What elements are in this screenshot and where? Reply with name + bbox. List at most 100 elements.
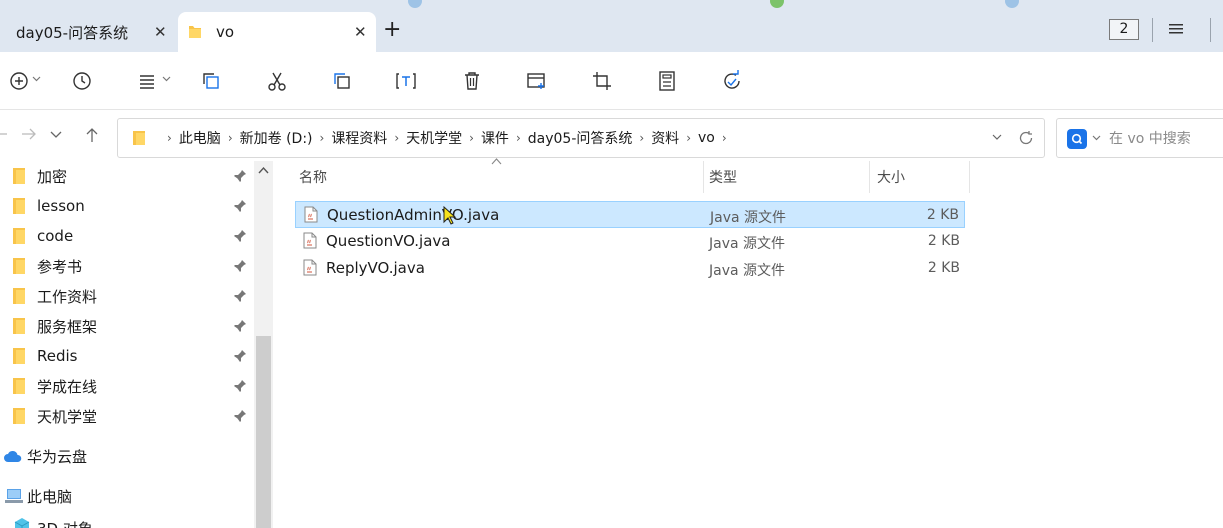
sidebar-item-this-pc[interactable]: 此电脑 [0,481,254,511]
sidebar-item[interactable]: 学成在线 [0,371,254,401]
chevron-down-icon[interactable] [1092,135,1101,141]
cube-icon [14,518,30,528]
chevron-down-icon[interactable] [32,76,41,82]
chevron-right-icon: › [394,131,400,145]
chevron-right-icon: › [167,131,172,145]
window-count-badge[interactable]: 2 [1109,19,1139,40]
back-icon[interactable] [0,127,8,141]
chevron-up-icon[interactable] [258,166,269,174]
file-size: 2 KB [927,233,960,249]
search-input[interactable] [1109,127,1223,151]
file-row[interactable]: QuestionAdminVO.java Java 源文件 2 KB [295,201,965,228]
crop-button[interactable] [589,68,615,94]
folder-icon [13,288,25,304]
sidebar-item-label: 华为云盘 [27,447,88,466]
menu-icon[interactable] [1168,22,1184,36]
sidebar-item-label: 工作资料 [37,287,98,306]
copy-button[interactable] [198,68,224,94]
sidebar-item[interactable]: code [0,221,254,251]
share-button[interactable] [719,68,745,94]
delete-button[interactable] [459,68,485,94]
tab-label: day05-问答系统 [16,23,129,42]
pin-icon[interactable] [233,319,247,333]
folder-icon [13,348,25,364]
file-row[interactable]: ReplyVO.java Java 源文件 2 KB [295,255,965,282]
chevron-down-icon[interactable] [992,134,1002,141]
paste-icon [334,73,350,89]
column-header-type[interactable]: 类型 [709,161,869,193]
sidebar-item-cloud[interactable]: 华为云盘 [0,441,254,471]
pin-icon[interactable] [233,199,247,213]
column-header-size[interactable]: 大小 [877,161,967,193]
breadcrumb-item[interactable]: 课件 [481,128,509,148]
breadcrumb-item[interactable]: 天机学堂 [406,128,462,148]
folder-icon [13,378,25,394]
folder-icon [13,198,25,214]
computer-icon [5,489,23,503]
sidebar-item[interactable]: 服务框架 [0,311,254,341]
tab-vo[interactable]: vo ✕ [178,12,376,52]
sidebar-item-label: 服务框架 [37,317,98,336]
refresh-icon[interactable] [1018,130,1034,146]
history-button[interactable] [69,68,95,94]
calculator-button[interactable] [654,68,680,94]
chevron-right-icon: › [721,131,727,145]
breadcrumb-item[interactable]: 新加卷 (D:) [240,128,313,148]
pin-icon[interactable] [233,259,247,273]
rename-icon [396,73,416,89]
scroll-thumb[interactable] [256,336,271,528]
pin-icon[interactable] [233,349,247,363]
folder-icon [13,318,25,334]
search-box[interactable] [1056,118,1223,158]
properties-button[interactable] [524,68,550,94]
pin-icon[interactable] [233,289,247,303]
close-icon[interactable]: ✕ [154,23,167,41]
scrollbar[interactable] [254,161,273,528]
share-icon [724,70,740,89]
view-button[interactable] [134,68,160,94]
toolbar [0,52,1223,110]
breadcrumb-item[interactable]: 资料 [651,128,679,148]
pin-icon[interactable] [233,409,247,423]
breadcrumb-item[interactable]: 此电脑 [179,128,221,148]
pin-icon[interactable] [233,169,247,183]
divider [969,161,970,193]
paste-button[interactable] [329,68,355,94]
folder-icon [133,131,145,145]
file-name: ReplyVO.java [326,259,425,277]
forward-icon[interactable] [21,127,37,141]
file-row[interactable]: QuestionVO.java Java 源文件 2 KB [295,228,965,255]
tab-day05[interactable]: day05-问答系统 ✕ [0,12,177,52]
pin-icon[interactable] [233,379,247,393]
new-button[interactable] [6,68,32,94]
sidebar-item[interactable]: 天机学堂 [0,401,254,431]
breadcrumb-item[interactable]: 课程资料 [331,128,387,148]
sidebar-item-label: code [37,227,74,245]
chevron-down-icon[interactable] [162,76,171,82]
tab-strip: day05-问答系统 ✕ vo ✕ + 2 [0,0,1223,52]
column-header-name[interactable]: 名称 [299,161,703,193]
file-list: 名称 类型 大小 QuestionAdminVO.java Java 源文件 2… [273,158,1223,528]
breadcrumb-item[interactable]: vo [698,130,715,146]
sidebar-item[interactable]: Redis [0,341,254,371]
rename-button[interactable] [393,68,419,94]
breadcrumb-item[interactable]: day05-问答系统 [528,128,633,148]
sidebar-item[interactable]: 加密 [0,161,254,191]
up-arrow-icon[interactable] [85,127,99,143]
file-name: QuestionVO.java [326,232,451,250]
sidebar-item-label: 3D 对象 [37,518,93,528]
breadcrumb: › 此电脑 › 新加卷 (D:) › 课程资料 › 天机学堂 › 课件 › da… [118,119,734,157]
sidebar-item-label: 参考书 [37,257,83,276]
recent-locations-chevron-icon[interactable] [50,131,62,139]
sidebar-item-3d[interactable]: 3D 对象 [8,513,262,528]
sidebar-item[interactable]: 参考书 [0,251,254,281]
pin-icon[interactable] [233,229,247,243]
sidebar-item[interactable]: 工作资料 [0,281,254,311]
divider [869,161,870,193]
sidebar-item[interactable]: lesson [0,191,254,221]
new-tab-button[interactable]: + [383,18,401,42]
address-bar[interactable]: › 此电脑 › 新加卷 (D:) › 课程资料 › 天机学堂 › 课件 › da… [117,118,1045,158]
view-icon [140,75,154,89]
close-icon[interactable]: ✕ [354,23,367,41]
cut-button[interactable] [264,68,290,94]
